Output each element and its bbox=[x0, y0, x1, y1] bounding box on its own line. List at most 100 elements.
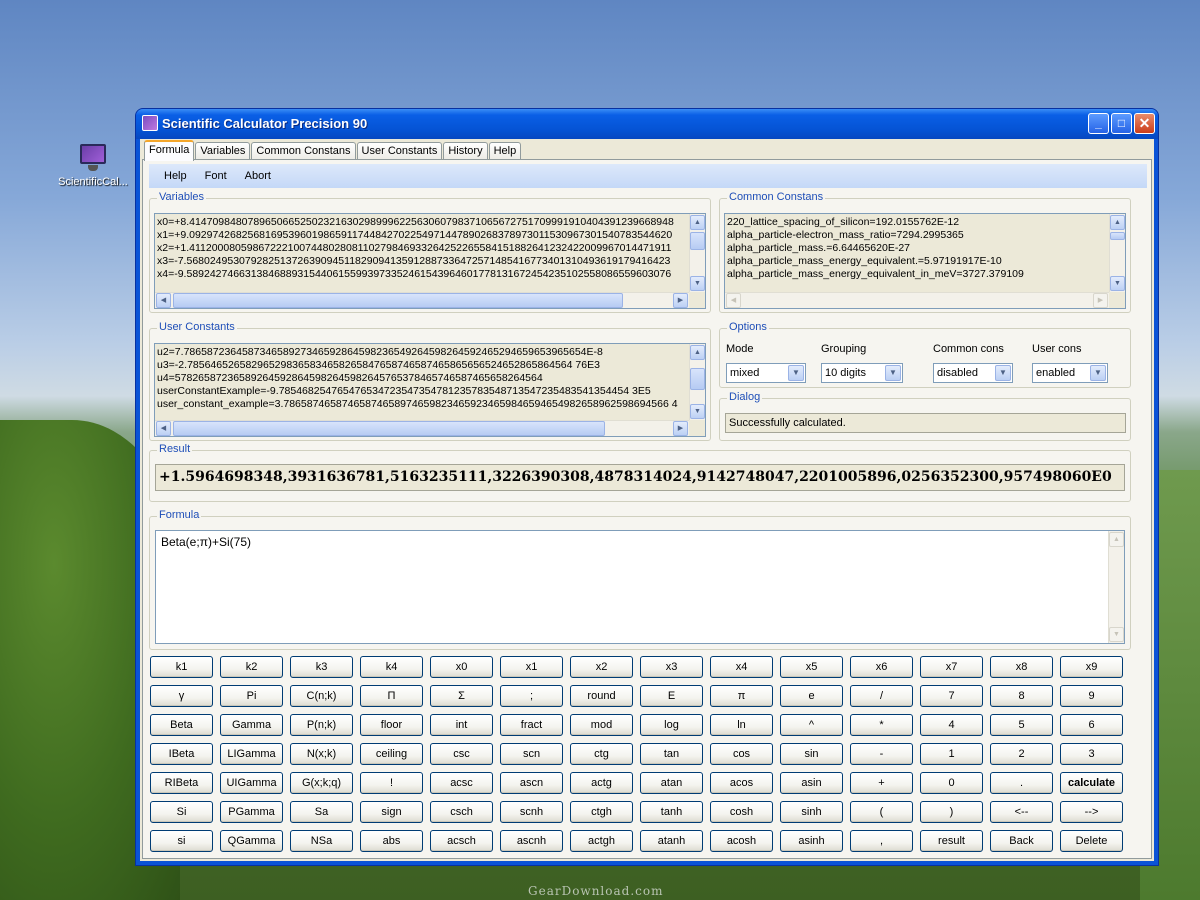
tab-variables[interactable]: Variables bbox=[195, 142, 251, 160]
key-button[interactable]: --> bbox=[1060, 801, 1123, 823]
chevron-down-icon[interactable]: ▼ bbox=[1090, 365, 1106, 381]
key-button[interactable]: log bbox=[640, 714, 703, 736]
scroll-up-icon[interactable]: ▲ bbox=[690, 215, 705, 230]
key-button[interactable]: C(n;k) bbox=[290, 685, 353, 707]
close-button[interactable]: ✕ bbox=[1134, 113, 1155, 134]
tab-common-constants[interactable]: Common Constans bbox=[251, 142, 356, 160]
scroll-left-icon[interactable]: ◀ bbox=[156, 293, 171, 308]
menu-help[interactable]: Help bbox=[155, 170, 196, 182]
formula-input[interactable]: Beta(e;π)+Si(75) ▲ ▼ bbox=[155, 530, 1125, 644]
key-button[interactable]: actg bbox=[570, 772, 633, 794]
key-button[interactable]: atanh bbox=[640, 830, 703, 852]
variables-list[interactable]: x0=+8.4147098480789650665250232163029899… bbox=[154, 213, 706, 309]
key-button[interactable]: Sa bbox=[290, 801, 353, 823]
key-button[interactable]: round bbox=[570, 685, 633, 707]
minimize-button[interactable]: _ bbox=[1088, 113, 1109, 134]
key-button[interactable]: LIGamma bbox=[220, 743, 283, 765]
key-button[interactable]: x7 bbox=[920, 656, 983, 678]
tab-formula[interactable]: Formula bbox=[144, 140, 195, 161]
key-button[interactable]: Π bbox=[360, 685, 423, 707]
calculate-button[interactable]: calculate bbox=[1060, 772, 1123, 794]
key-button[interactable]: 9 bbox=[1060, 685, 1123, 707]
key-button[interactable]: Beta bbox=[150, 714, 213, 736]
scroll-up-icon[interactable]: ▲ bbox=[1110, 215, 1125, 230]
key-button[interactable]: QGamma bbox=[220, 830, 283, 852]
key-button[interactable]: ascnh bbox=[500, 830, 563, 852]
key-button[interactable]: π bbox=[710, 685, 773, 707]
title-bar[interactable]: Scientific Calculator Precision 90 _ □ ✕ bbox=[136, 109, 1158, 139]
key-button[interactable]: tan bbox=[640, 743, 703, 765]
key-button[interactable]: E bbox=[640, 685, 703, 707]
scroll-thumb[interactable] bbox=[690, 232, 705, 250]
key-button[interactable]: x0 bbox=[430, 656, 493, 678]
scroll-down-icon[interactable]: ▼ bbox=[690, 404, 705, 419]
key-button[interactable]: ; bbox=[500, 685, 563, 707]
key-button[interactable]: x6 bbox=[850, 656, 913, 678]
key-button[interactable]: fract bbox=[500, 714, 563, 736]
key-button[interactable]: acos bbox=[710, 772, 773, 794]
key-button[interactable]: γ bbox=[150, 685, 213, 707]
key-button[interactable]: 4 bbox=[920, 714, 983, 736]
tab-user-constants[interactable]: User Constants bbox=[356, 142, 443, 160]
user-constants-vertical-scrollbar[interactable]: ▲ ▼ bbox=[689, 344, 705, 420]
key-button[interactable]: <-- bbox=[990, 801, 1053, 823]
key-button[interactable]: cos bbox=[710, 743, 773, 765]
chevron-down-icon[interactable]: ▼ bbox=[788, 365, 804, 381]
grouping-select[interactable]: 10 digits ▼ bbox=[821, 363, 903, 383]
key-button[interactable]: k4 bbox=[360, 656, 423, 678]
chevron-down-icon[interactable]: ▼ bbox=[995, 365, 1011, 381]
scroll-thumb[interactable] bbox=[1110, 232, 1125, 240]
key-button[interactable]: result bbox=[920, 830, 983, 852]
key-button[interactable]: + bbox=[850, 772, 913, 794]
key-button[interactable]: 6 bbox=[1060, 714, 1123, 736]
tab-help[interactable]: Help bbox=[488, 142, 522, 160]
key-button[interactable]: x9 bbox=[1060, 656, 1123, 678]
menu-font[interactable]: Font bbox=[196, 170, 236, 182]
key-button[interactable]: UIGamma bbox=[220, 772, 283, 794]
key-button[interactable]: N(x;k) bbox=[290, 743, 353, 765]
key-button[interactable]: x5 bbox=[780, 656, 843, 678]
key-button[interactable]: x1 bbox=[500, 656, 563, 678]
scroll-left-icon[interactable]: ◀ bbox=[156, 421, 171, 436]
key-button[interactable]: Si bbox=[150, 801, 213, 823]
key-button[interactable]: abs bbox=[360, 830, 423, 852]
key-button[interactable]: actgh bbox=[570, 830, 633, 852]
key-button[interactable]: k2 bbox=[220, 656, 283, 678]
key-button[interactable]: PGamma bbox=[220, 801, 283, 823]
scroll-right-icon[interactable]: ▶ bbox=[673, 421, 688, 436]
key-button[interactable]: atan bbox=[640, 772, 703, 794]
scroll-up-icon[interactable]: ▲ bbox=[690, 345, 705, 360]
mode-select[interactable]: mixed ▼ bbox=[726, 363, 806, 383]
key-button[interactable]: , bbox=[850, 830, 913, 852]
key-button[interactable]: floor bbox=[360, 714, 423, 736]
key-button[interactable]: x2 bbox=[570, 656, 633, 678]
key-button[interactable]: 1 bbox=[920, 743, 983, 765]
key-button[interactable]: ln bbox=[710, 714, 773, 736]
variables-vertical-scrollbar[interactable]: ▲ ▼ bbox=[689, 214, 705, 292]
key-button[interactable]: ) bbox=[920, 801, 983, 823]
menu-abort[interactable]: Abort bbox=[236, 170, 280, 182]
key-button[interactable]: 2 bbox=[990, 743, 1053, 765]
user-constants-horizontal-scrollbar[interactable]: ◀ ▶ bbox=[155, 420, 689, 436]
variables-horizontal-scrollbar[interactable]: ◀ ▶ bbox=[155, 292, 689, 308]
common-constants-list[interactable]: 220_lattice_spacing_of_silicon=192.01557… bbox=[724, 213, 1126, 309]
key-button[interactable]: x3 bbox=[640, 656, 703, 678]
scroll-thumb[interactable] bbox=[690, 368, 705, 390]
key-button[interactable]: ceiling bbox=[360, 743, 423, 765]
key-button[interactable]: 7 bbox=[920, 685, 983, 707]
key-button[interactable]: . bbox=[990, 772, 1053, 794]
key-button[interactable]: 3 bbox=[1060, 743, 1123, 765]
key-button[interactable]: k3 bbox=[290, 656, 353, 678]
scroll-thumb[interactable] bbox=[173, 421, 605, 436]
key-button[interactable]: Pi bbox=[220, 685, 283, 707]
desktop-shortcut-scientific-calculator[interactable]: ScientificCal... bbox=[56, 142, 130, 188]
key-button[interactable]: P(n;k) bbox=[290, 714, 353, 736]
key-button[interactable]: k1 bbox=[150, 656, 213, 678]
key-button[interactable]: sign bbox=[360, 801, 423, 823]
common-constants-vertical-scrollbar[interactable]: ▲ ▼ bbox=[1109, 214, 1125, 292]
key-button[interactable]: tanh bbox=[640, 801, 703, 823]
key-button[interactable]: ascn bbox=[500, 772, 563, 794]
scroll-down-icon[interactable]: ▼ bbox=[1110, 276, 1125, 291]
key-button[interactable]: sin bbox=[780, 743, 843, 765]
key-button[interactable]: asinh bbox=[780, 830, 843, 852]
